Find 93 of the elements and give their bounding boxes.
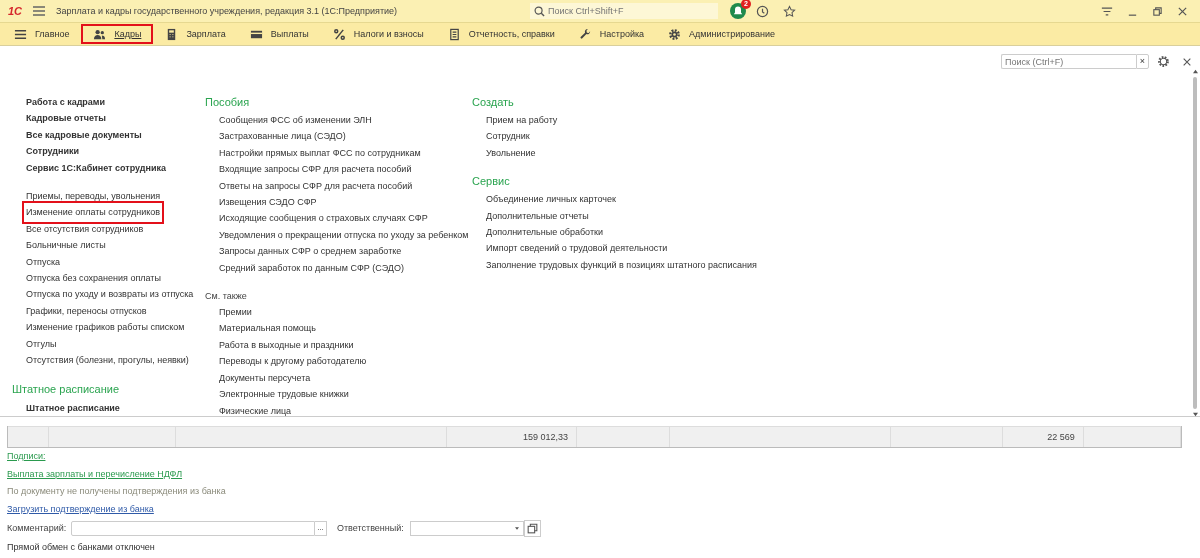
nav-link[interactable]: Объединение личных карточек <box>485 191 617 208</box>
nav-link[interactable]: Застрахованные лица (СЭДО) <box>218 128 347 145</box>
nav-link[interactable]: Сервис 1С:Кабинет сотрудника <box>25 159 168 177</box>
nav-link[interactable]: Работа в выходные и праздники <box>218 336 355 354</box>
nav-link[interactable]: Графики, переносы отпусков <box>25 302 148 320</box>
nav-link[interactable]: Дополнительные отчеты <box>485 207 590 225</box>
gear-icon <box>668 27 682 41</box>
nav-link[interactable]: Переводы к другому работодателю <box>218 353 368 370</box>
nav-link[interactable]: Запросы данных СФР о среднем заработке <box>218 243 403 260</box>
nav-link[interactable]: Сотрудники <box>25 143 81 160</box>
group-heading: Пособия <box>205 95 250 110</box>
comment-label: Комментарий: <box>7 523 68 533</box>
nav-link[interactable]: Прием на работу <box>485 112 559 129</box>
responsible-field[interactable] <box>409 520 524 536</box>
nav-link[interactable]: Приемы, переводы, увольнения <box>25 188 162 205</box>
nav-link[interactable]: Отпуска <box>25 253 62 271</box>
nav-link[interactable]: Все отсутствия сотрудников <box>25 220 145 238</box>
global-search-field[interactable]: Поиск Ctrl+Shift+F <box>530 3 718 19</box>
star-icon[interactable] <box>783 4 796 18</box>
nav-link[interactable]: Увольнение <box>485 144 537 162</box>
section-tab[interactable]: Зарплата <box>153 24 238 44</box>
scroll-down-icon[interactable] <box>1191 411 1199 417</box>
nav-link[interactable]: Отпуска без сохранения оплаты <box>25 270 162 287</box>
table-cell: 159 012,33 <box>523 432 569 442</box>
clear-search-button[interactable]: × <box>1136 54 1149 69</box>
group-heading: Сервис <box>472 174 510 190</box>
scrollbar-thumb[interactable] <box>1193 77 1197 409</box>
payment-link[interactable]: Выплата зарплаты и перечисление НДФЛ <box>7 465 183 483</box>
nav-link[interactable]: Сообщения ФСС об изменении ЭЛН <box>218 112 373 129</box>
percent-icon <box>332 27 346 41</box>
scroll-up-icon[interactable] <box>1191 69 1199 74</box>
nav-link[interactable]: Работа с кадрами <box>25 94 107 111</box>
document-icon <box>447 27 461 41</box>
load-confirmation-link[interactable]: Загрузить подтверждение из банка <box>7 500 154 518</box>
nav-link[interactable]: Извещения СЭДО СФР <box>218 194 318 211</box>
nav-link[interactable]: Премии <box>218 304 253 321</box>
nav-link[interactable]: Изменение оплаты сотрудников <box>25 204 161 221</box>
section-tab[interactable]: Настройка <box>566 24 657 44</box>
dropdown-icon <box>514 526 519 530</box>
responsible-label: Ответственный: <box>337 523 404 533</box>
nav-link[interactable]: Дополнительные обработки <box>485 224 604 241</box>
exchange-status-text: Прямой обмен с банками отключен <box>7 541 155 554</box>
history-icon[interactable] <box>756 4 769 18</box>
group-heading: Штатное расписание <box>12 381 120 397</box>
section-tab[interactable]: Налоги и взносы <box>320 24 436 44</box>
nav-link[interactable]: Импорт сведений о трудовой деятельности <box>485 240 669 257</box>
panel-search-field[interactable]: Поиск (Ctrl+F) <box>1001 54 1136 69</box>
nav-link[interactable]: Изменение графиков работы списком <box>25 319 186 336</box>
nav-link[interactable]: Кадровые отчеты <box>25 110 107 127</box>
bank-status-text: По документу не получены подтверждения из банка <box>7 485 226 498</box>
nav-link[interactable]: Ответы на запросы СФР для расчета пособий <box>218 177 414 195</box>
signatures-link[interactable]: Подписи: <box>7 448 46 466</box>
nav-link[interactable]: Больничные листы <box>25 237 107 254</box>
search-icon <box>534 6 545 17</box>
settings-icon[interactable] <box>1157 55 1170 68</box>
group-heading: См. также <box>205 290 247 304</box>
nav-link[interactable]: Электронные трудовые книжки <box>218 386 350 403</box>
nav-link[interactable]: Отсутствия (болезни, прогулы, неявки) <box>25 352 190 369</box>
choice-button[interactable]: ... <box>315 520 327 536</box>
app-logo: 1С <box>8 5 23 17</box>
close-icon[interactable] <box>1182 56 1192 67</box>
window-title: Зарплата и кадры государственного учреждения, редакция 3.1 (1С:Предприятие) <box>56 6 398 16</box>
notifications-bell-icon[interactable] <box>730 3 746 19</box>
nav-link[interactable]: Сотрудник <box>485 128 531 145</box>
section-tab[interactable]: Кадры <box>81 24 154 44</box>
section-tab[interactable]: Отчетность, справки <box>435 24 567 44</box>
menu-icon <box>14 27 27 41</box>
group-heading: Создать <box>472 95 514 110</box>
table-cell: 22 569 <box>1047 432 1075 442</box>
close-icon[interactable] <box>1177 5 1188 17</box>
nav-link[interactable]: Физические лица <box>218 402 293 419</box>
section-tab[interactable]: Выплаты <box>237 24 321 44</box>
wrench-icon <box>578 27 592 41</box>
filter-icon[interactable] <box>1101 5 1113 17</box>
people-icon <box>93 27 107 41</box>
nav-link[interactable]: Отпуска по уходу и возвраты из отпуска <box>25 286 195 303</box>
nav-link[interactable]: Материальная помощь <box>218 320 317 337</box>
nav-link[interactable]: Штатное расписание <box>25 399 121 416</box>
nav-link[interactable]: Заполнение трудовых функций в позициях штатного расписания <box>485 256 758 274</box>
nav-link[interactable]: Все кадровые документы <box>25 126 143 144</box>
restore-icon[interactable] <box>1152 5 1163 17</box>
nav-link[interactable]: Отгулы <box>25 335 58 353</box>
section-tab[interactable]: Администрирование <box>656 24 787 44</box>
nav-link[interactable]: Средний заработок по данным СФР (СЭДО) <box>218 259 405 277</box>
menu-icon[interactable] <box>32 5 47 17</box>
nav-link[interactable]: Уведомления о прекращении отпуска по уходу за ребенком <box>218 226 470 244</box>
open-icon[interactable] <box>523 519 541 537</box>
nav-link[interactable]: Документы персучета <box>218 369 312 387</box>
section-tab[interactable]: Главное <box>2 24 82 44</box>
comment-field[interactable] <box>71 520 315 536</box>
nav-link[interactable]: Исходящие сообщения о страховых случаях СФР <box>218 210 429 227</box>
nav-link[interactable]: Входящие запросы СФР для расчета пособий <box>218 161 413 178</box>
nav-link[interactable]: Настройки прямых выплат ФСС по сотрудникам <box>218 144 422 162</box>
